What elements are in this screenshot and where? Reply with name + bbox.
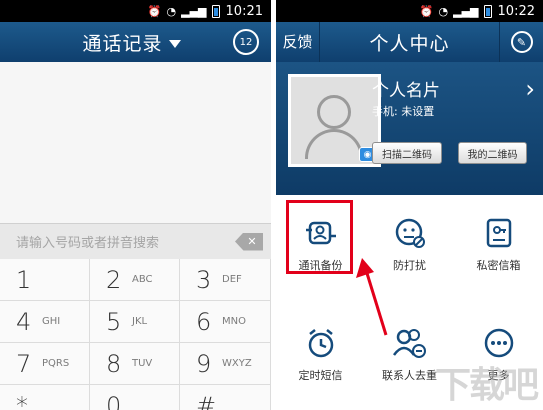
grid-item-label: 定时短信 — [298, 369, 343, 382]
personal-center-screen: ⏰ ◔ ▂▄▆ 10:22 反馈 个人中心 ✎ ◉ 个人名片 手机: 未设置 ›… — [276, 0, 543, 410]
number-search-input[interactable]: 请输入号码或者拼音搜索 — [16, 232, 235, 251]
key-letters: ABC — [132, 274, 153, 285]
grid-item-private-mailbox[interactable]: 私密信箱 — [454, 195, 543, 305]
profile-card[interactable]: ◉ 个人名片 手机: 未设置 › 扫描二维码 我的二维码 — [276, 62, 543, 195]
scan-qr-button[interactable]: 扫描二维码 — [372, 142, 442, 164]
avatar-head-shape — [317, 95, 351, 129]
watermark-logo: 下载吧 — [434, 365, 539, 406]
card-name: 个人名片 — [372, 81, 440, 101]
status-bar: ⏰ ◔ ▂▄▆ 10:21 — [0, 0, 271, 22]
battery-icon — [483, 4, 492, 18]
key-letters: GHI — [42, 316, 61, 327]
wifi-icon: ◔ — [438, 4, 449, 18]
key-number: # — [196, 391, 217, 410]
wrench-icon: ✎ — [510, 31, 533, 53]
key-letters: PQRS — [42, 358, 70, 369]
do-not-disturb-icon — [390, 217, 430, 249]
dropdown-arrow-icon — [168, 40, 181, 48]
scheduled-sms-icon — [301, 327, 341, 359]
key-letters: WXYZ — [222, 358, 252, 369]
keypad-key[interactable]: 1 — [0, 259, 90, 301]
keypad-key[interactable]: 3 DEF — [180, 259, 271, 301]
battery-icon — [211, 4, 220, 18]
key-number: 4 — [16, 307, 32, 336]
card-phone: 手机: 未设置 — [372, 105, 435, 118]
grid-item-label: 防打扰 — [393, 259, 426, 272]
my-qr-button[interactable]: 我的二维码 — [458, 142, 527, 164]
title-bar: 通话记录 12 — [0, 22, 271, 62]
chevron-right-icon[interactable]: › — [525, 75, 535, 103]
grid-item-do-not-disturb[interactable]: 防打扰 — [365, 195, 454, 305]
settings-button[interactable]: ✎ — [499, 22, 543, 62]
keypad-key[interactable]: # — [180, 385, 271, 410]
keypad-key[interactable]: 9 WXYZ — [180, 343, 271, 385]
keypad-key[interactable]: 2 ABC — [90, 259, 180, 301]
key-number: 3 — [196, 265, 212, 294]
signal-icon: ▂▄▆ — [453, 4, 479, 18]
key-letters: MNO — [222, 316, 246, 327]
grid-item-label: 联系人去重 — [382, 369, 437, 382]
keypad-key[interactable]: 7 PQRS — [0, 343, 90, 385]
dial-keypad: 1 2 ABC 3 DEF 4 GHI 5 JKL 6 MNO 7 PQRS 8 TUV 9 WXYZ * 0 # — [0, 259, 271, 410]
keypad-key[interactable]: 0 — [90, 385, 180, 410]
status-bar: ⏰ ◔ ▂▄▆ 10:22 — [276, 0, 543, 22]
key-number: 6 — [196, 307, 212, 336]
alarm-icon: ⏰ — [419, 4, 434, 18]
signal-icon: ▂▄▆ — [181, 4, 207, 18]
key-number: 1 — [16, 265, 32, 294]
page-title: 通话记录 — [82, 32, 163, 55]
call-log-list — [0, 62, 271, 223]
key-number: 9 — [196, 349, 212, 378]
avatar[interactable]: ◉ — [288, 74, 381, 167]
key-number: * — [16, 391, 28, 410]
key-number: 5 — [106, 307, 122, 336]
feedback-button[interactable]: 反馈 — [276, 22, 320, 62]
alarm-icon: ⏰ — [147, 4, 162, 18]
keypad-key[interactable]: 5 JKL — [90, 301, 180, 343]
keypad-key[interactable]: 8 TUV — [90, 343, 180, 385]
grid-item-contacts-backup[interactable]: 通讯备份 — [276, 195, 365, 305]
status-time: 10:22 — [497, 3, 535, 19]
more-icon — [479, 327, 519, 359]
dial-pad-icon[interactable]: 12 — [233, 29, 259, 55]
contact-dedupe-icon — [390, 327, 430, 359]
key-letters: JKL — [132, 316, 148, 327]
wifi-icon: ◔ — [166, 4, 177, 18]
highlight-box — [286, 200, 353, 274]
backspace-icon[interactable]: ✕ — [235, 232, 263, 251]
keypad-key[interactable]: 6 MNO — [180, 301, 271, 343]
grid-item-label: 私密信箱 — [476, 259, 521, 272]
grid-item-scheduled-sms[interactable]: 定时短信 — [276, 305, 365, 410]
key-letters: TUV — [132, 358, 153, 369]
key-number: 2 — [106, 265, 122, 294]
status-time: 10:21 — [225, 3, 263, 19]
dial-badge: 12 — [239, 36, 253, 48]
key-number: 8 — [106, 349, 122, 378]
call-log-title[interactable]: 通话记录 — [0, 29, 233, 56]
keypad-key[interactable]: 4 GHI — [0, 301, 90, 343]
private-mailbox-icon — [479, 217, 519, 249]
page-title: 个人中心 — [369, 32, 450, 55]
title-bar: 反馈 个人中心 ✎ — [276, 22, 543, 62]
key-number: 0 — [106, 391, 122, 410]
keypad-key[interactable]: * — [0, 385, 90, 410]
key-letters: DEF — [222, 274, 242, 285]
key-number: 7 — [16, 349, 32, 378]
call-log-screen: ⏰ ◔ ▂▄▆ 10:21 通话记录 12 请输入号码或者拼音搜索 ✕ 1 2 AB… — [0, 0, 271, 410]
number-input-row[interactable]: 请输入号码或者拼音搜索 ✕ — [0, 223, 271, 259]
avatar-body-shape — [305, 129, 363, 159]
